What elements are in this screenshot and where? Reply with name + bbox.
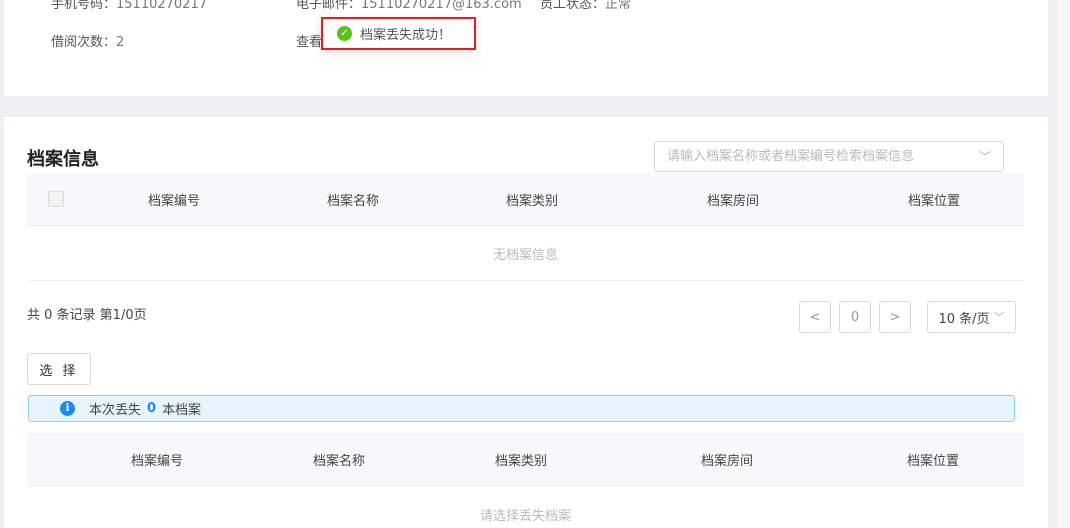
phone-value: 15110270217 (116, 0, 207, 12)
status-field: 员工状态：正常 (540, 0, 631, 12)
pagination-total: 共 0 条记录 第1/0页 (27, 308, 147, 323)
col-archive-number: 档案编号 (147, 193, 201, 209)
selection-empty-row: 请选择丢失档案 (479, 508, 571, 524)
phone-label: 手机号码： (51, 0, 117, 12)
col-archive-location: 档案位置 (906, 453, 960, 469)
col-archive-room: 档案房间 (700, 453, 754, 469)
email-field: 电子邮件：15110270217@163.com (296, 0, 522, 12)
page-scrollbar[interactable] (1058, 0, 1070, 528)
status-label: 员工状态： (540, 0, 606, 12)
prev-page-button[interactable]: < (799, 301, 831, 333)
selection-table-header: 档案编号 档案名称 档案类别 档案房间 档案位置 (27, 433, 1024, 486)
col-archive-category: 档案类别 (505, 193, 559, 209)
success-toast: ✓ 档案丢失成功！ (321, 17, 476, 50)
select-all-checkbox[interactable] (48, 191, 64, 207)
email-value: 15110270217@163.com (361, 0, 522, 12)
borrow-count-field: 借阅次数：2 (51, 31, 124, 50)
borrow-count-label: 借阅次数： (51, 35, 117, 50)
toast-message: 档案丢失成功！ (360, 28, 452, 43)
next-page-button[interactable]: > (879, 301, 911, 333)
employee-info-card: 手机号码：15110270217 电子邮件：15110270217@163.co… (4, 0, 1048, 96)
current-page[interactable]: 0 (839, 301, 871, 333)
lost-count-alert: i 本次丢失 0 本档案 (28, 395, 1015, 422)
borrow-count-value: 2 (116, 35, 125, 50)
check-circle-icon: ✓ (337, 26, 352, 41)
alert-suffix: 本档案 (162, 403, 202, 418)
chevron-down-icon: ﹀ (993, 311, 1005, 324)
select-button[interactable]: 选 择 (27, 353, 91, 385)
page-size-value: 10 条/页 (938, 311, 990, 327)
col-archive-number: 档案编号 (130, 453, 184, 469)
email-label: 电子邮件： (296, 0, 362, 12)
phone-field: 手机号码：15110270217 (51, 0, 207, 12)
col-archive-location: 档案位置 (907, 193, 961, 209)
col-archive-category: 档案类别 (494, 453, 548, 469)
status-value: 正常 (605, 0, 632, 12)
col-archive-name: 档案名称 (312, 453, 366, 469)
archive-search-select[interactable]: ﹀ (654, 141, 1004, 172)
chevron-down-icon[interactable]: ﹀ (979, 148, 991, 165)
archive-table-header: 档案编号 档案名称 档案类别 档案房间 档案位置 (27, 173, 1024, 226)
alert-prefix: 本次丢失 (89, 403, 142, 418)
col-archive-name: 档案名称 (326, 193, 380, 209)
archive-empty-row: 无档案信息 (27, 227, 1024, 281)
view-link[interactable]: 查看 (296, 31, 322, 50)
col-archive-room: 档案房间 (706, 193, 760, 209)
search-input[interactable] (667, 149, 979, 164)
section-title: 档案信息 (27, 149, 99, 170)
archive-card: 档案信息 ﹀ 档案编号 档案名称 档案类别 档案房间 档案位置 无档案信息 共 … (4, 117, 1048, 528)
page-size-select[interactable]: 10 条/页 ﹀ (927, 301, 1016, 333)
info-icon: i (60, 401, 75, 416)
alert-count: 0 (147, 401, 157, 416)
